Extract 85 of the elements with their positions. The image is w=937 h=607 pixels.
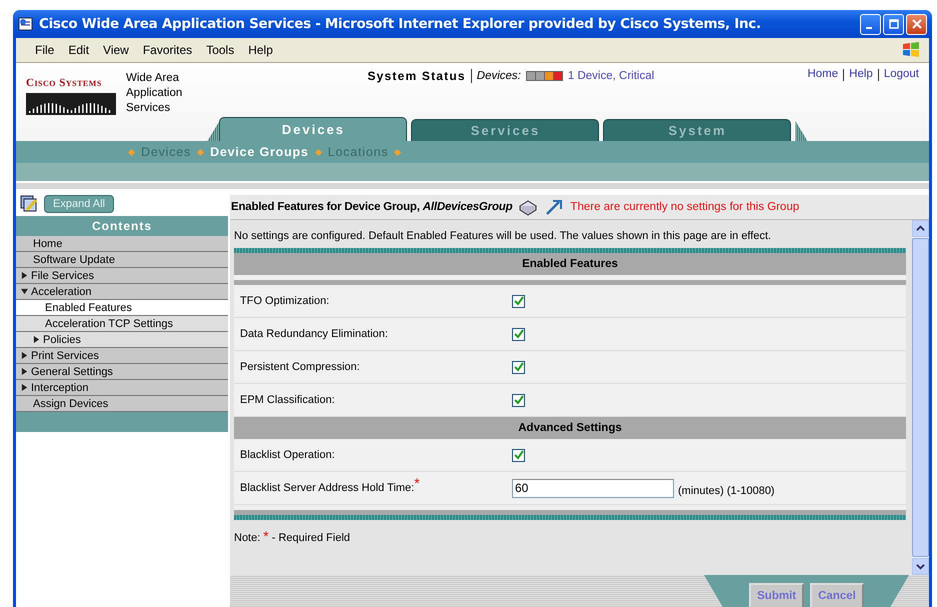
tree-item-label: Interception: [31, 382, 88, 394]
tree-item-label: General Settings: [31, 366, 113, 378]
header-link[interactable]: Logout: [884, 68, 919, 80]
tree-item[interactable]: Acceleration TCP Settings: [16, 316, 228, 332]
checkbox[interactable]: [512, 448, 525, 462]
browser-icon: [18, 16, 34, 32]
collapsed-arrow-icon: [21, 368, 28, 375]
info-message: No settings are configured. Default Enabled Features will be used. The values shown in this page are in effect.: [234, 229, 772, 244]
diamond-icon: [394, 148, 402, 156]
diamond-icon: [314, 148, 322, 156]
product-name: Wide Area Application Services: [126, 71, 184, 116]
tree-item-label: Assign Devices: [33, 398, 108, 410]
maximize-button[interactable]: [883, 14, 904, 34]
tree-item-label: Software Update: [33, 254, 115, 266]
tree-item[interactable]: Print Services: [16, 348, 228, 364]
field-label: Blacklist Server Address Hold Time:: [240, 482, 414, 494]
close-icon: [912, 19, 922, 29]
menu-item[interactable]: Edit: [61, 43, 96, 57]
windows-flag-icon: [901, 40, 921, 60]
input-field[interactable]: 60: [512, 478, 674, 498]
menu-item[interactable]: Help: [241, 43, 280, 57]
scroll-up-icon: [916, 224, 925, 233]
tree-item[interactable]: Home: [16, 236, 228, 252]
collapsed-arrow-icon: [21, 384, 28, 391]
arrow-icon: [544, 197, 564, 217]
menu-item[interactable]: View: [96, 43, 136, 57]
tree-item-label: File Services: [31, 270, 94, 282]
required-mark: *: [414, 477, 420, 489]
scroll-down-icon: [916, 562, 925, 571]
contents-heading: Contents: [16, 216, 228, 236]
bridge-logo-icon: [26, 93, 116, 115]
diamond-icon: [197, 148, 204, 156]
section-heading: Enabled Features: [234, 253, 906, 275]
devices-label: Devices:: [476, 70, 521, 82]
tree-item-label: Acceleration TCP Settings: [45, 318, 173, 330]
note-label: Note:: [234, 532, 260, 544]
header-link[interactable]: Help: [849, 68, 873, 80]
diamond-icon: [128, 148, 135, 156]
field-label: Persistent Compression:: [240, 361, 360, 373]
tree-item-label: Policies: [43, 334, 81, 346]
field-label: Blacklist Operation:: [240, 449, 335, 461]
tree-item-label: Acceleration: [31, 286, 92, 298]
tree-item-label: Home: [33, 238, 62, 250]
warning-message: There are currently no settings for this Group: [570, 201, 800, 213]
close-button[interactable]: [906, 14, 927, 34]
menu-item[interactable]: File: [28, 43, 62, 57]
vertical-scrollbar[interactable]: [912, 220, 929, 575]
collapsed-arrow-icon: [21, 352, 28, 359]
menu-item[interactable]: Favorites: [136, 43, 200, 57]
field-hint: (minutes) (1-10080): [678, 484, 775, 497]
minimize-icon: [866, 27, 872, 29]
tree-item[interactable]: Software Update: [16, 252, 228, 268]
checkbox[interactable]: [512, 328, 525, 340]
status-label: System Status: [367, 69, 466, 83]
edit-icon: [20, 195, 38, 213]
tree-item[interactable]: Interception: [16, 380, 228, 396]
tree-item[interactable]: File Services: [16, 268, 228, 284]
printer-icon: [518, 198, 538, 216]
tree-item[interactable]: Acceleration: [16, 284, 228, 300]
collapsed-arrow-icon: [33, 336, 40, 343]
tree-item[interactable]: Enabled Features: [16, 300, 228, 316]
section-heading: Advanced Settings: [234, 417, 906, 439]
required-mark: *: [263, 528, 269, 544]
menu-item[interactable]: Tools: [199, 43, 242, 57]
field-label: Data Redundancy Elimination:: [240, 328, 388, 340]
tree-item-label: Print Services: [31, 350, 99, 362]
maximize-icon: [888, 19, 898, 29]
checkbox[interactable]: [512, 294, 525, 308]
field-label: EPM Classification:: [240, 394, 335, 406]
minimize-button[interactable]: [860, 14, 881, 34]
field-label: TFO Optimization:: [240, 295, 330, 307]
device-status-link[interactable]: 1 Device, Critical: [568, 70, 654, 82]
tree-item-label: Enabled Features: [45, 302, 132, 314]
expanded-arrow-icon: [21, 288, 28, 295]
note-text: - Required Field: [272, 532, 350, 544]
header-link[interactable]: Home: [807, 68, 838, 80]
tree-item[interactable]: General Settings: [16, 364, 228, 380]
window-title: Cisco Wide Area Application Services - Microsoft Internet Explorer provided by Cisco Systems, Inc.: [39, 16, 762, 32]
logo-text: Cisco Systems: [26, 77, 103, 89]
tree-item[interactable]: Assign Devices: [16, 396, 228, 412]
page-title: Enabled Features for Device Group, AllDevicesGroup: [231, 201, 512, 213]
tree-item[interactable]: Policies: [16, 332, 228, 348]
checkbox[interactable]: [512, 360, 525, 374]
collapsed-arrow-icon: [21, 272, 28, 279]
checkbox[interactable]: [512, 394, 525, 406]
